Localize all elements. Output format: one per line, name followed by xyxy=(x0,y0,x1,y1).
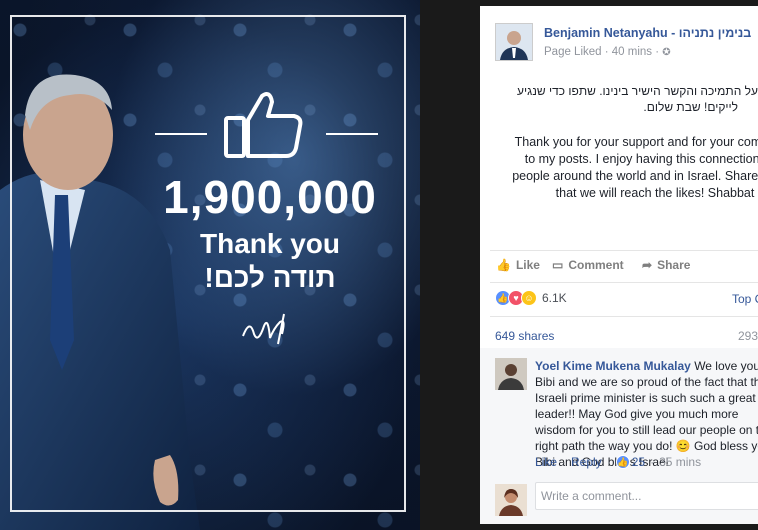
reaction-summary[interactable]: 👍 ♥ ☺ 6.1K xyxy=(495,290,567,306)
comment-body: Yoel Kime Mukena Mukalay We love you Bib… xyxy=(535,358,758,470)
reaction-count: 6.1K xyxy=(542,291,567,305)
share-button[interactable]: ➦ Share xyxy=(642,258,690,272)
page-avatar[interactable] xyxy=(495,23,533,61)
page-name-link[interactable]: Benjamin Netanyahu - בנימין נתניהו xyxy=(544,26,751,40)
hebrew-line-2: לייקים! שבת שלום. xyxy=(643,100,738,114)
globe-icon: ✪ xyxy=(662,47,671,58)
comment-actions: Like · Reply · 👍 25 · 35 mins xyxy=(535,455,701,469)
thank-you-english: Thank you xyxy=(199,228,340,259)
user-photo-icon xyxy=(495,484,527,516)
left-rule xyxy=(155,133,207,135)
divider xyxy=(490,316,758,317)
thumbs-up-icon xyxy=(224,92,303,158)
separator-dot: · xyxy=(562,455,567,469)
comment-label: Comment xyxy=(568,258,624,272)
comment-text: We love you Bibi and we are so proud of … xyxy=(535,359,758,469)
share-icon: ➦ xyxy=(642,258,653,272)
shares-link[interactable]: 649 shares xyxy=(495,329,554,343)
separator-dot: · xyxy=(606,455,611,469)
comment-like-icon: 👍 xyxy=(615,455,630,469)
thank-you-hebrew: תודה לכם! xyxy=(204,262,336,293)
thank-you-image: 1,900,000 Thank you תודה לכם! xyxy=(0,0,420,530)
like-label: Like xyxy=(515,258,540,272)
comment-button[interactable]: ▭ Comment xyxy=(552,258,624,272)
hebrew-line-1: על התמיכה והקשר הישיר בינינו. שתפו כדי ש… xyxy=(517,84,758,98)
like-button[interactable]: 👍 Like xyxy=(496,258,540,272)
post-meta-text: Page Liked · 40 mins · xyxy=(544,46,660,58)
comment-like-count[interactable]: 25 xyxy=(632,455,645,469)
comment-count[interactable]: 293 xyxy=(738,329,758,343)
profile-photo-icon xyxy=(496,24,532,60)
right-rule xyxy=(326,133,378,135)
share-label: Share xyxy=(657,258,691,272)
like-icon: 👍 xyxy=(496,258,511,272)
separator-dot: · xyxy=(650,455,655,469)
post-text-english: Thank you for your support and for your … xyxy=(512,135,758,200)
commenter-name[interactable]: Yoel Kime Mukena Mukalay xyxy=(535,359,691,373)
like-count: 1,900,000 xyxy=(163,171,377,223)
current-user-avatar xyxy=(495,484,527,516)
comment-like-link[interactable]: Like xyxy=(535,455,557,469)
divider xyxy=(490,282,758,283)
facebook-post: Benjamin Netanyahu - בנימין נתניהו Page … xyxy=(480,6,758,524)
post-text-hebrew: על התמיכה והקשר הישיר בינינו. שתפו כדי ש… xyxy=(480,83,758,115)
comment-time: 35 mins xyxy=(659,455,702,469)
post-meta: Page Liked · 40 mins · ✪ xyxy=(544,46,671,58)
write-comment-input[interactable]: Write a comment... xyxy=(535,482,758,510)
signature-graphic xyxy=(242,313,285,345)
post-actions: 👍 Like ▭ Comment ➦ Share xyxy=(494,256,758,276)
comment-reply-link[interactable]: Reply xyxy=(571,455,602,469)
commenter-photo-icon xyxy=(495,358,527,390)
divider xyxy=(490,250,758,251)
haha-reaction-icon: ☺ xyxy=(521,290,537,306)
top-comments-dropdown[interactable]: Top Comments xyxy=(732,292,758,306)
comment-icon: ▭ xyxy=(552,258,564,272)
commenter-avatar[interactable] xyxy=(495,358,527,390)
